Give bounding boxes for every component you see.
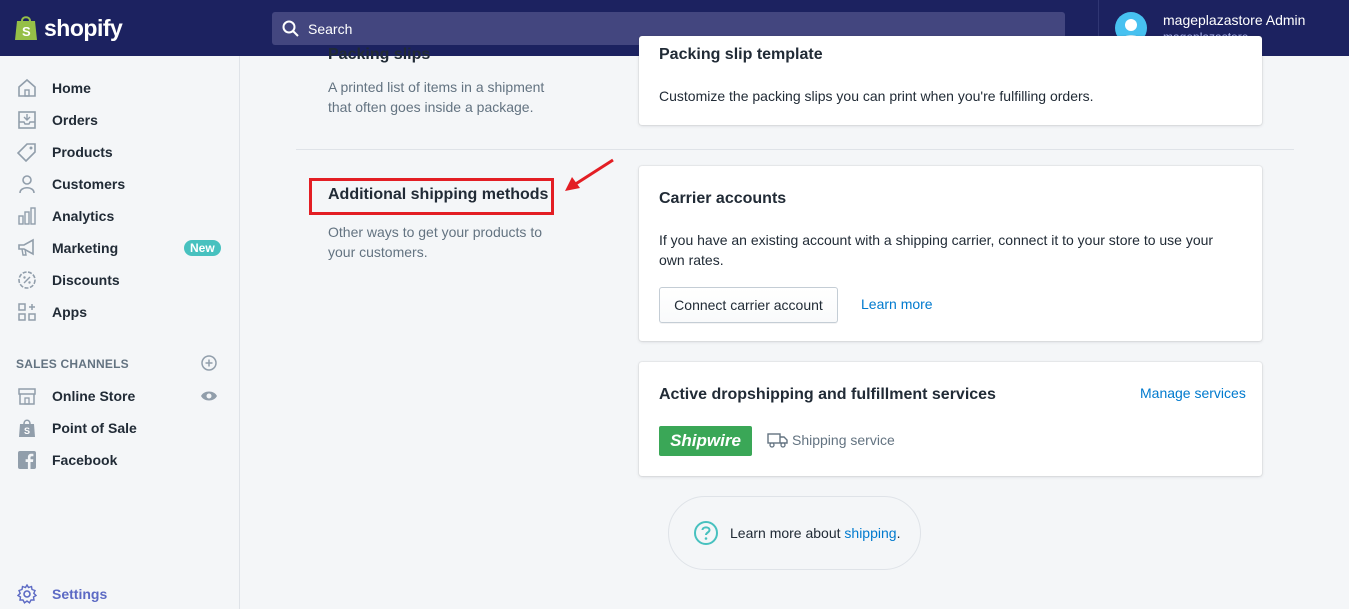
sidebar-item-discounts[interactable]: Discounts [0,264,239,296]
packing-slips-title: Packing slips [328,46,431,63]
sidebar-item-customers[interactable]: Customers [0,168,239,200]
sidebar-item-label: Point of Sale [52,420,137,436]
packing-slip-card-text: Customize the packing slips you can prin… [659,88,1094,104]
sidebar-item-settings[interactable]: Settings [0,578,239,609]
manage-services-link[interactable]: Manage services [1140,385,1246,401]
sidebar-item-marketing[interactable]: Marketing New [0,232,239,264]
sidebar-item-label: Products [52,144,113,160]
search-icon [282,20,299,37]
red-arrow-icon [565,158,614,191]
sidebar-item-label: Customers [52,176,126,192]
text-line: own rates. [659,252,724,268]
help-footer: Learn more about shipping. [668,496,921,570]
svg-text:S: S [24,426,30,436]
megaphone-icon [16,237,38,259]
sidebar-item-label: Marketing [52,240,119,256]
help-text-end: . [896,525,901,541]
main-content: Packing slips A printed list of items in… [240,36,1349,609]
sales-channels-title: SALES CHANNELS [16,357,129,371]
user-name: mageplazastore Admin [1163,12,1306,28]
help-text: Learn more about [730,525,845,541]
apps-icon [16,301,38,323]
facebook-icon [16,449,38,471]
packing-slip-card: Packing slip template Customize the pack… [639,36,1262,125]
svg-text:S: S [22,24,31,39]
section-divider [296,149,1294,150]
description-line: Other ways to get your products to [328,224,542,240]
sidebar-item-analytics[interactable]: Analytics [0,200,239,232]
description-line: that often goes inside a package. [328,99,534,115]
truck-icon [767,433,788,448]
store-icon [16,385,38,407]
shipwire-logo[interactable]: Shipwire [659,426,752,456]
description-line: your customers. [328,244,428,260]
search-placeholder: Search [308,20,353,37]
sidebar-item-home[interactable]: Home [0,72,239,104]
pos-bag-icon: S [16,417,38,439]
sidebar-item-label: Analytics [52,208,115,224]
discount-icon [16,269,38,291]
sidebar-item-facebook[interactable]: Facebook [0,444,239,476]
shipping-service-text: Shipping service [792,432,895,448]
gear-icon [16,583,38,605]
packing-slip-card-title[interactable]: Packing slip template [659,46,823,64]
person-icon [16,173,38,195]
shipping-help-link[interactable]: shipping [844,525,896,541]
brand-name: shopify [44,14,123,41]
eye-icon[interactable] [200,390,218,402]
sidebar: Home Orders Products Customers Analytics… [0,56,240,609]
home-icon [16,77,38,99]
add-channel-icon[interactable] [201,355,217,371]
help-question-icon [694,521,718,545]
sidebar-item-label: Apps [52,304,87,320]
dropshipping-title: Active dropshipping and fulfillment serv… [659,386,996,403]
tag-icon [16,141,38,163]
sidebar-item-label: Home [52,80,91,96]
sidebar-item-label: Settings [52,586,108,602]
shopify-logo[interactable]: S shopify [0,0,240,56]
sidebar-item-products[interactable]: Products [0,136,239,168]
learn-more-link[interactable]: Learn more [861,296,933,312]
description-line: A printed list of items in a shipment [328,79,545,95]
sidebar-item-apps[interactable]: Apps [0,296,239,328]
sidebar-item-label: Online Store [52,388,136,404]
sidebar-item-label: Facebook [52,452,118,468]
additional-shipping-title: Additional shipping methods [328,186,549,203]
connect-carrier-account-button[interactable]: Connect carrier account [659,287,838,323]
sidebar-item-label: Discounts [52,272,120,288]
shipping-service-label: Shipping service [767,432,895,448]
sidebar-item-label: Orders [52,112,98,128]
sidebar-item-online-store[interactable]: Online Store [0,380,239,412]
text-line: If you have an existing account with a s… [659,232,1214,248]
sidebar-item-point-of-sale[interactable]: S Point of Sale [0,412,239,444]
carrier-accounts-title: Carrier accounts [659,190,787,207]
shopify-bag-icon: S [15,16,37,40]
sidebar-item-orders[interactable]: Orders [0,104,239,136]
packing-slips-description: A printed list of items in a shipment th… [328,77,544,117]
new-badge: New [184,240,221,256]
bar-chart-icon [16,205,38,227]
additional-shipping-description: Other ways to get your products to your … [328,222,542,262]
orders-icon [16,109,38,131]
carrier-accounts-text: If you have an existing account with a s… [659,230,1249,270]
carrier-accounts-card: Carrier accounts If you have an existing… [639,166,1262,341]
dropshipping-card: Active dropshipping and fulfillment serv… [639,362,1262,476]
